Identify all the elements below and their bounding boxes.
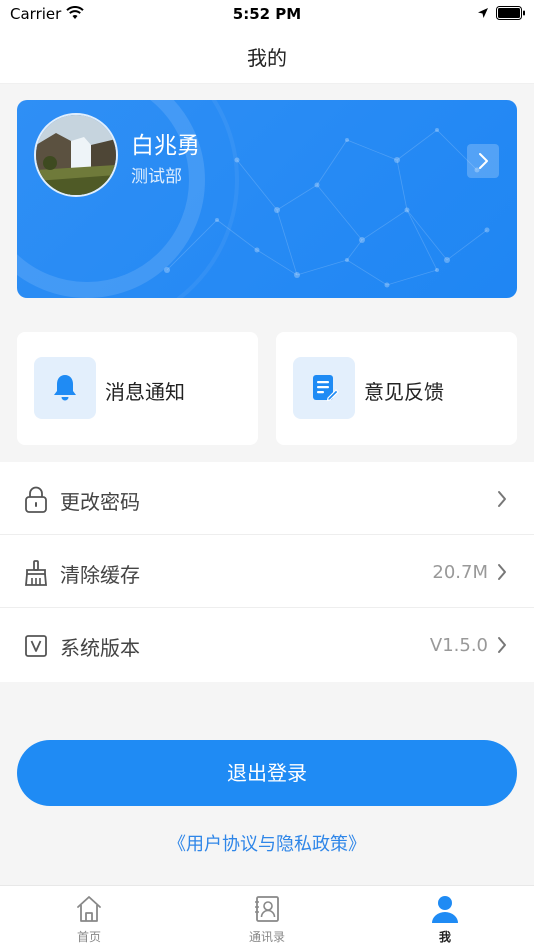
tile-notifications[interactable]: 消息通知 [17, 332, 258, 445]
bell-icon [54, 375, 76, 401]
policy-link[interactable]: 《用户协议与隐私政策》 [0, 830, 534, 856]
avatar[interactable] [34, 113, 118, 197]
cache-size-value: 20.7M [432, 562, 488, 583]
chevron-right-icon [498, 491, 506, 507]
battery-icon [496, 6, 525, 20]
settings-row-label: 系统版本 [60, 636, 140, 660]
tile-label: 意见反馈 [364, 380, 444, 404]
tile-icon-box [34, 357, 96, 419]
profile-card[interactable]: 白兆勇 测试部 [17, 100, 517, 298]
settings-list: 更改密码 清除缓存 20.7M 系统版本 V1.5.0 [0, 462, 534, 682]
status-bar: Carrier 5:52 PM [0, 0, 534, 28]
profile-department: 测试部 [131, 167, 182, 187]
broom-icon [25, 560, 47, 586]
tile-label: 消息通知 [105, 380, 185, 404]
settings-row-label: 更改密码 [60, 490, 140, 514]
settings-row-change-password[interactable]: 更改密码 [0, 462, 534, 535]
contacts-icon [255, 896, 279, 922]
tab-bar: 首页 通讯录 我 [0, 885, 534, 950]
clock: 5:52 PM [232, 5, 302, 23]
person-icon [432, 896, 458, 923]
settings-row-clear-cache[interactable]: 清除缓存 20.7M [0, 535, 534, 608]
profile-name: 白兆勇 [131, 133, 200, 159]
tab-label: 通讯录 [248, 930, 285, 944]
lock-icon [25, 486, 47, 513]
chevron-right-icon [498, 564, 506, 580]
location-arrow-icon [478, 8, 488, 18]
tab-label: 首页 [76, 930, 101, 944]
settings-row-label: 清除缓存 [60, 563, 140, 587]
version-icon [25, 635, 47, 657]
chevron-right-icon [479, 153, 488, 169]
tab-contacts[interactable]: 通讯录 [178, 886, 356, 950]
tab-me[interactable]: 我 [356, 886, 534, 950]
version-value: V1.5.0 [429, 635, 488, 656]
tile-feedback[interactable]: 意见反馈 [276, 332, 517, 445]
tab-home[interactable]: 首页 [0, 886, 178, 950]
home-icon [77, 896, 101, 922]
settings-row-system-version[interactable]: 系统版本 V1.5.0 [0, 608, 534, 681]
profile-detail-button[interactable] [467, 144, 499, 178]
logout-button[interactable]: 退出登录 [17, 740, 517, 806]
tab-label: 我 [438, 930, 451, 944]
feedback-icon [313, 375, 339, 402]
page-title: 我的 [247, 46, 287, 70]
chevron-right-icon [498, 637, 506, 653]
tile-icon-box [293, 357, 355, 419]
nav-bar: 我的 [0, 28, 534, 84]
